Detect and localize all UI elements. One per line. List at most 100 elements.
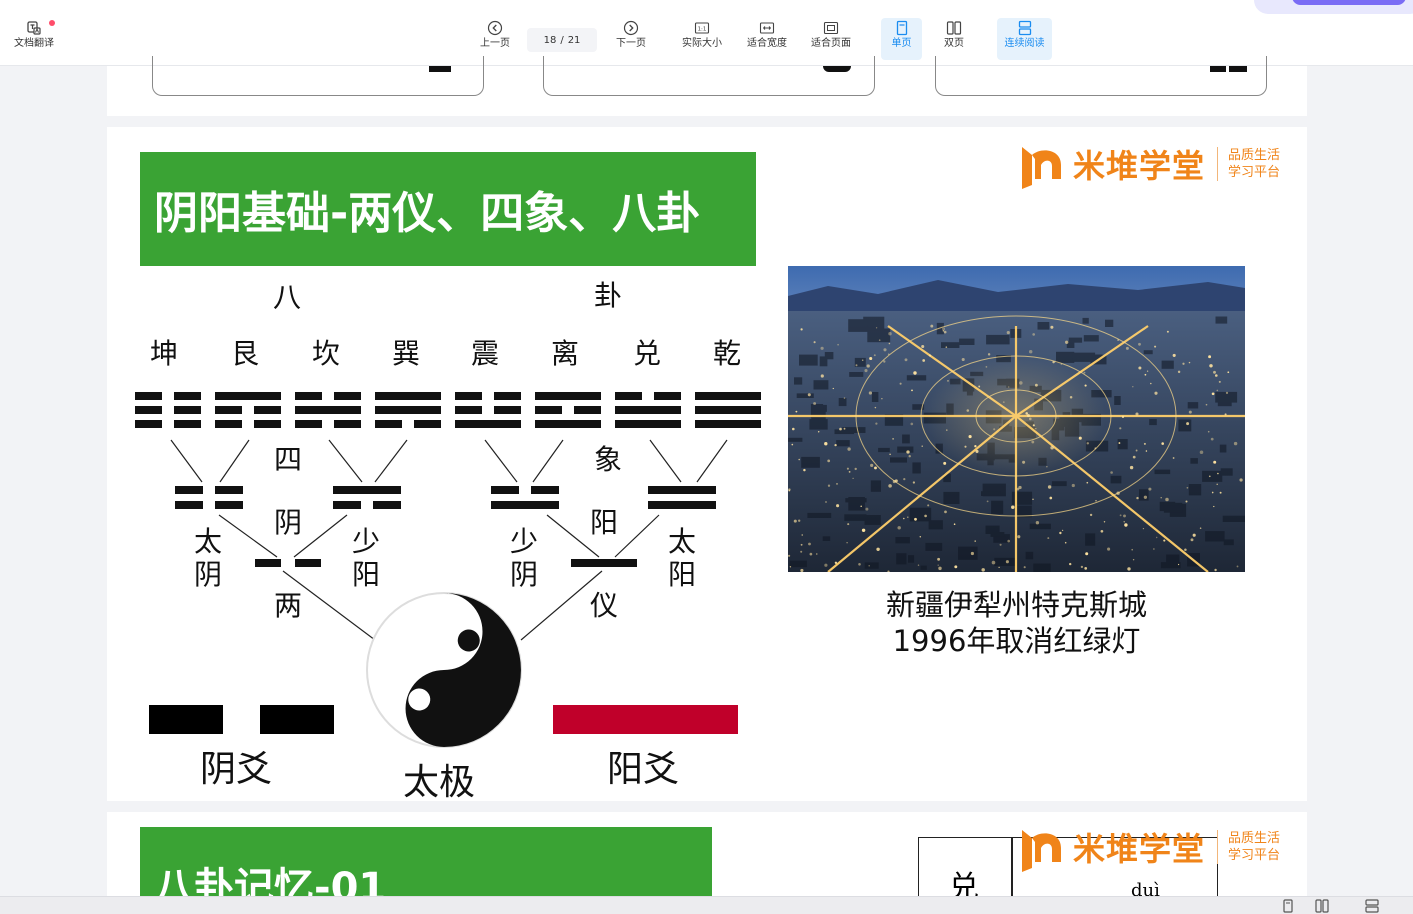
city-light — [1047, 537, 1050, 540]
fit-width-button[interactable]: 适合宽度 — [742, 20, 792, 60]
city-light — [1218, 380, 1221, 383]
label-yin: 阴 — [274, 506, 303, 539]
trigram-line — [375, 392, 441, 400]
city-light — [987, 353, 991, 356]
city-block — [1072, 352, 1096, 362]
double-page-mode-icon[interactable] — [1314, 899, 1330, 913]
city-block — [813, 380, 829, 390]
city-light — [820, 346, 824, 350]
city-light — [1155, 536, 1158, 539]
brand-name: 米堆学堂 — [1073, 830, 1206, 868]
label-taiyin: 太阴 — [194, 525, 223, 591]
city-block — [838, 398, 847, 407]
translate-button[interactable]: 文档翻译 — [8, 20, 60, 60]
prev-mark — [429, 66, 451, 72]
city-block — [1085, 533, 1096, 546]
city-light — [1138, 342, 1141, 346]
city-block — [864, 562, 879, 569]
trigram-line — [615, 406, 681, 414]
continuous-mode-icon[interactable] — [1364, 899, 1380, 913]
prev-card — [543, 56, 875, 96]
city-light — [1127, 567, 1131, 571]
city-block — [1220, 468, 1233, 476]
label-yang: 阳 — [590, 506, 619, 539]
city-light — [937, 564, 939, 566]
city-block — [1149, 419, 1157, 426]
city-light — [1022, 460, 1026, 464]
notification-dot — [49, 20, 55, 26]
brand-tagline-2: 学习平台 — [1228, 165, 1281, 180]
city-block — [1056, 351, 1075, 363]
city-block — [1025, 551, 1034, 560]
page-indicator[interactable]: 18 / 21 — [527, 28, 597, 52]
city-light — [1161, 442, 1164, 445]
city-light — [910, 422, 914, 426]
city-light — [1088, 474, 1091, 476]
city-light — [801, 534, 803, 536]
city-light — [1135, 412, 1139, 416]
city-light — [1028, 417, 1032, 421]
trigram-line — [174, 392, 201, 400]
city-light — [906, 450, 910, 454]
city-light — [1143, 442, 1146, 445]
city-light — [788, 554, 791, 557]
city-block — [1205, 531, 1225, 542]
city-light — [816, 553, 818, 555]
city-light — [1016, 487, 1020, 491]
single-page-button[interactable]: 单页 — [881, 18, 922, 60]
city-block — [801, 456, 820, 468]
city-block — [1154, 469, 1171, 475]
sixiang-line — [215, 501, 243, 509]
city-light — [875, 327, 878, 329]
svg-text:1:1: 1:1 — [698, 27, 707, 33]
bagua-diagram — [135, 392, 761, 748]
city-light — [820, 374, 824, 378]
current-page[interactable]: 18 — [544, 35, 557, 46]
city-light — [903, 517, 905, 520]
city-block — [1139, 489, 1149, 501]
fit-page-label: 适合页面 — [811, 38, 851, 49]
city-light — [1116, 491, 1120, 495]
city-light — [924, 514, 927, 518]
city-light — [888, 342, 891, 345]
city-light — [1121, 415, 1125, 419]
city-block — [822, 536, 831, 541]
fit-page-button[interactable]: 适合页面 — [806, 20, 856, 60]
city-light — [1227, 371, 1230, 374]
city-light — [1019, 381, 1023, 385]
city-light — [1119, 514, 1122, 517]
trigram-line — [215, 420, 242, 428]
promo-button[interactable] — [1292, 0, 1406, 5]
single-page-mode-icon[interactable] — [1280, 899, 1296, 913]
city-light — [986, 500, 989, 503]
city-light — [943, 330, 947, 334]
city-light — [817, 431, 820, 433]
city-light — [942, 330, 945, 332]
city-light — [1132, 385, 1134, 388]
continuous-read-button[interactable]: 连续阅读 — [997, 18, 1052, 60]
brand-tagline-2: 学习平台 — [1228, 848, 1281, 863]
city-block — [941, 342, 960, 348]
city-light — [914, 517, 917, 521]
sixiang-line — [648, 486, 716, 494]
city-light — [1061, 529, 1064, 532]
city-light — [1069, 396, 1073, 399]
sixiang-line — [175, 486, 203, 494]
city-block — [1082, 317, 1089, 324]
city-block — [796, 393, 814, 398]
city-light — [1064, 541, 1067, 544]
city-block — [943, 491, 960, 504]
city-light — [1184, 548, 1187, 551]
trigram-line — [695, 420, 761, 428]
city-light — [953, 523, 956, 525]
actual-size-icon: 1:1 — [694, 22, 710, 34]
actual-size-button[interactable]: 1:1 实际大小 — [677, 20, 727, 60]
city-block — [981, 491, 1001, 496]
next-page-button[interactable]: 下一页 — [610, 20, 652, 60]
double-page-button[interactable]: 双页 — [934, 20, 974, 60]
city-light — [954, 565, 958, 569]
city-light — [875, 422, 878, 425]
city-light — [1123, 514, 1126, 518]
brand-logo-icon — [1022, 147, 1061, 189]
prev-page-button[interactable]: 上一页 — [474, 20, 516, 60]
